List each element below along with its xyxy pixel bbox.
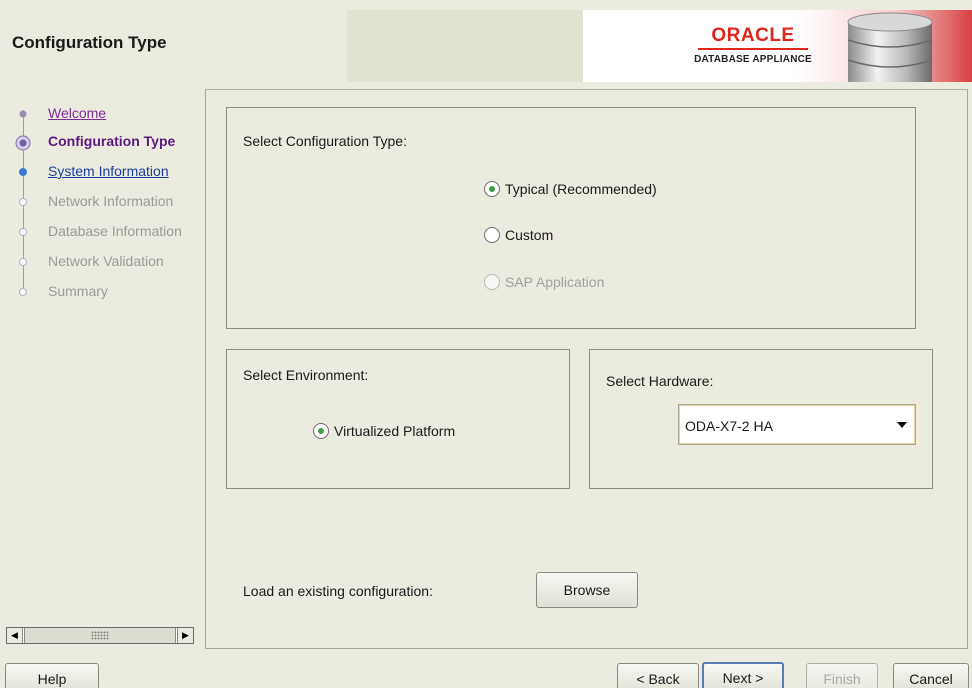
finish-button: Finish xyxy=(806,663,878,688)
scroll-right-icon[interactable]: ▶ xyxy=(177,628,193,643)
oracle-logo: ORACLE DATABASE APPLIANCE xyxy=(668,25,838,65)
nav-step-label: Configuration Type xyxy=(48,133,176,149)
hardware-select-value: ODA-X7-2 HA xyxy=(685,418,773,434)
browse-button-label: Browse xyxy=(563,582,611,598)
scroll-thumb[interactable] xyxy=(24,628,176,643)
radio-custom-label: Custom xyxy=(505,227,554,243)
logo-underline xyxy=(698,48,808,50)
nav-step-label: Welcome xyxy=(48,105,107,121)
cancel-button-label: Cancel xyxy=(909,671,953,687)
radio-virtualized-control[interactable] xyxy=(313,423,329,439)
step-visited-icon xyxy=(19,110,27,118)
nav-step-label: Database Information xyxy=(48,223,182,239)
hardware-select[interactable]: ODA-X7-2 HA xyxy=(678,404,916,445)
hardware-title: Select Hardware: xyxy=(606,373,714,389)
back-button[interactable]: < Back xyxy=(617,663,699,688)
cancel-button[interactable]: Cancel xyxy=(893,663,969,688)
next-button[interactable]: Next > xyxy=(702,662,784,688)
nav-step-label: Network Information xyxy=(48,193,174,209)
step-disabled-icon xyxy=(19,228,27,236)
dropdown-arrow-icon[interactable] xyxy=(897,422,907,428)
step-disabled-icon xyxy=(19,198,27,206)
header-band xyxy=(347,10,583,82)
oracle-subtitle: DATABASE APPLIANCE xyxy=(694,54,812,65)
step-current-icon xyxy=(15,135,31,151)
oracle-wordmark: ORACLE xyxy=(711,25,795,46)
nav-step-system-information[interactable]: System Information xyxy=(6,162,206,184)
finish-button-label: Finish xyxy=(823,671,861,687)
radio-typical-label: Typical (Recommended) xyxy=(505,181,657,197)
nav-step-network-information: Network Information xyxy=(6,192,206,214)
configuration-type-title: Select Configuration Type: xyxy=(243,133,407,149)
scroll-grip-icon xyxy=(91,631,109,640)
nav-step-label: Network Validation xyxy=(48,253,164,269)
load-configuration-label: Load an existing configuration: xyxy=(243,583,433,599)
radio-custom-control[interactable] xyxy=(484,227,500,243)
back-button-label: < Back xyxy=(636,671,680,687)
environment-title: Select Environment: xyxy=(243,367,369,383)
step-navigation: Welcome Configuration Type System Inform… xyxy=(6,90,196,650)
step-link-icon xyxy=(19,168,27,176)
nav-step-database-information: Database Information xyxy=(6,222,206,244)
help-button[interactable]: Help xyxy=(5,663,99,688)
sidebar-clip xyxy=(196,90,205,650)
step-disabled-icon xyxy=(19,288,27,296)
step-disabled-icon xyxy=(19,258,27,266)
nav-step-configuration-type[interactable]: Configuration Type xyxy=(6,132,206,154)
browse-button[interactable]: Browse xyxy=(536,572,638,608)
database-icon xyxy=(847,12,933,82)
nav-step-label: Summary xyxy=(48,283,108,299)
radio-typical-control[interactable] xyxy=(484,181,500,197)
nav-step-label: System Information xyxy=(48,163,169,179)
radio-virtualized-label: Virtualized Platform xyxy=(334,423,456,439)
next-button-label: Next > xyxy=(722,670,764,686)
sidebar-horizontal-scrollbar[interactable]: ◀ ▶ xyxy=(6,627,194,644)
nav-step-summary: Summary xyxy=(6,282,206,304)
page-title: Configuration Type xyxy=(12,33,167,52)
scroll-left-icon[interactable]: ◀ xyxy=(7,628,23,643)
nav-step-welcome[interactable]: Welcome xyxy=(6,104,206,126)
header: Configuration Type ORACLE DATABASE APPLI… xyxy=(0,0,972,82)
help-button-label: Help xyxy=(37,671,67,687)
nav-step-network-validation: Network Validation xyxy=(6,252,206,274)
radio-sap-label: SAP Application xyxy=(505,274,605,290)
radio-sap-control xyxy=(484,274,500,290)
